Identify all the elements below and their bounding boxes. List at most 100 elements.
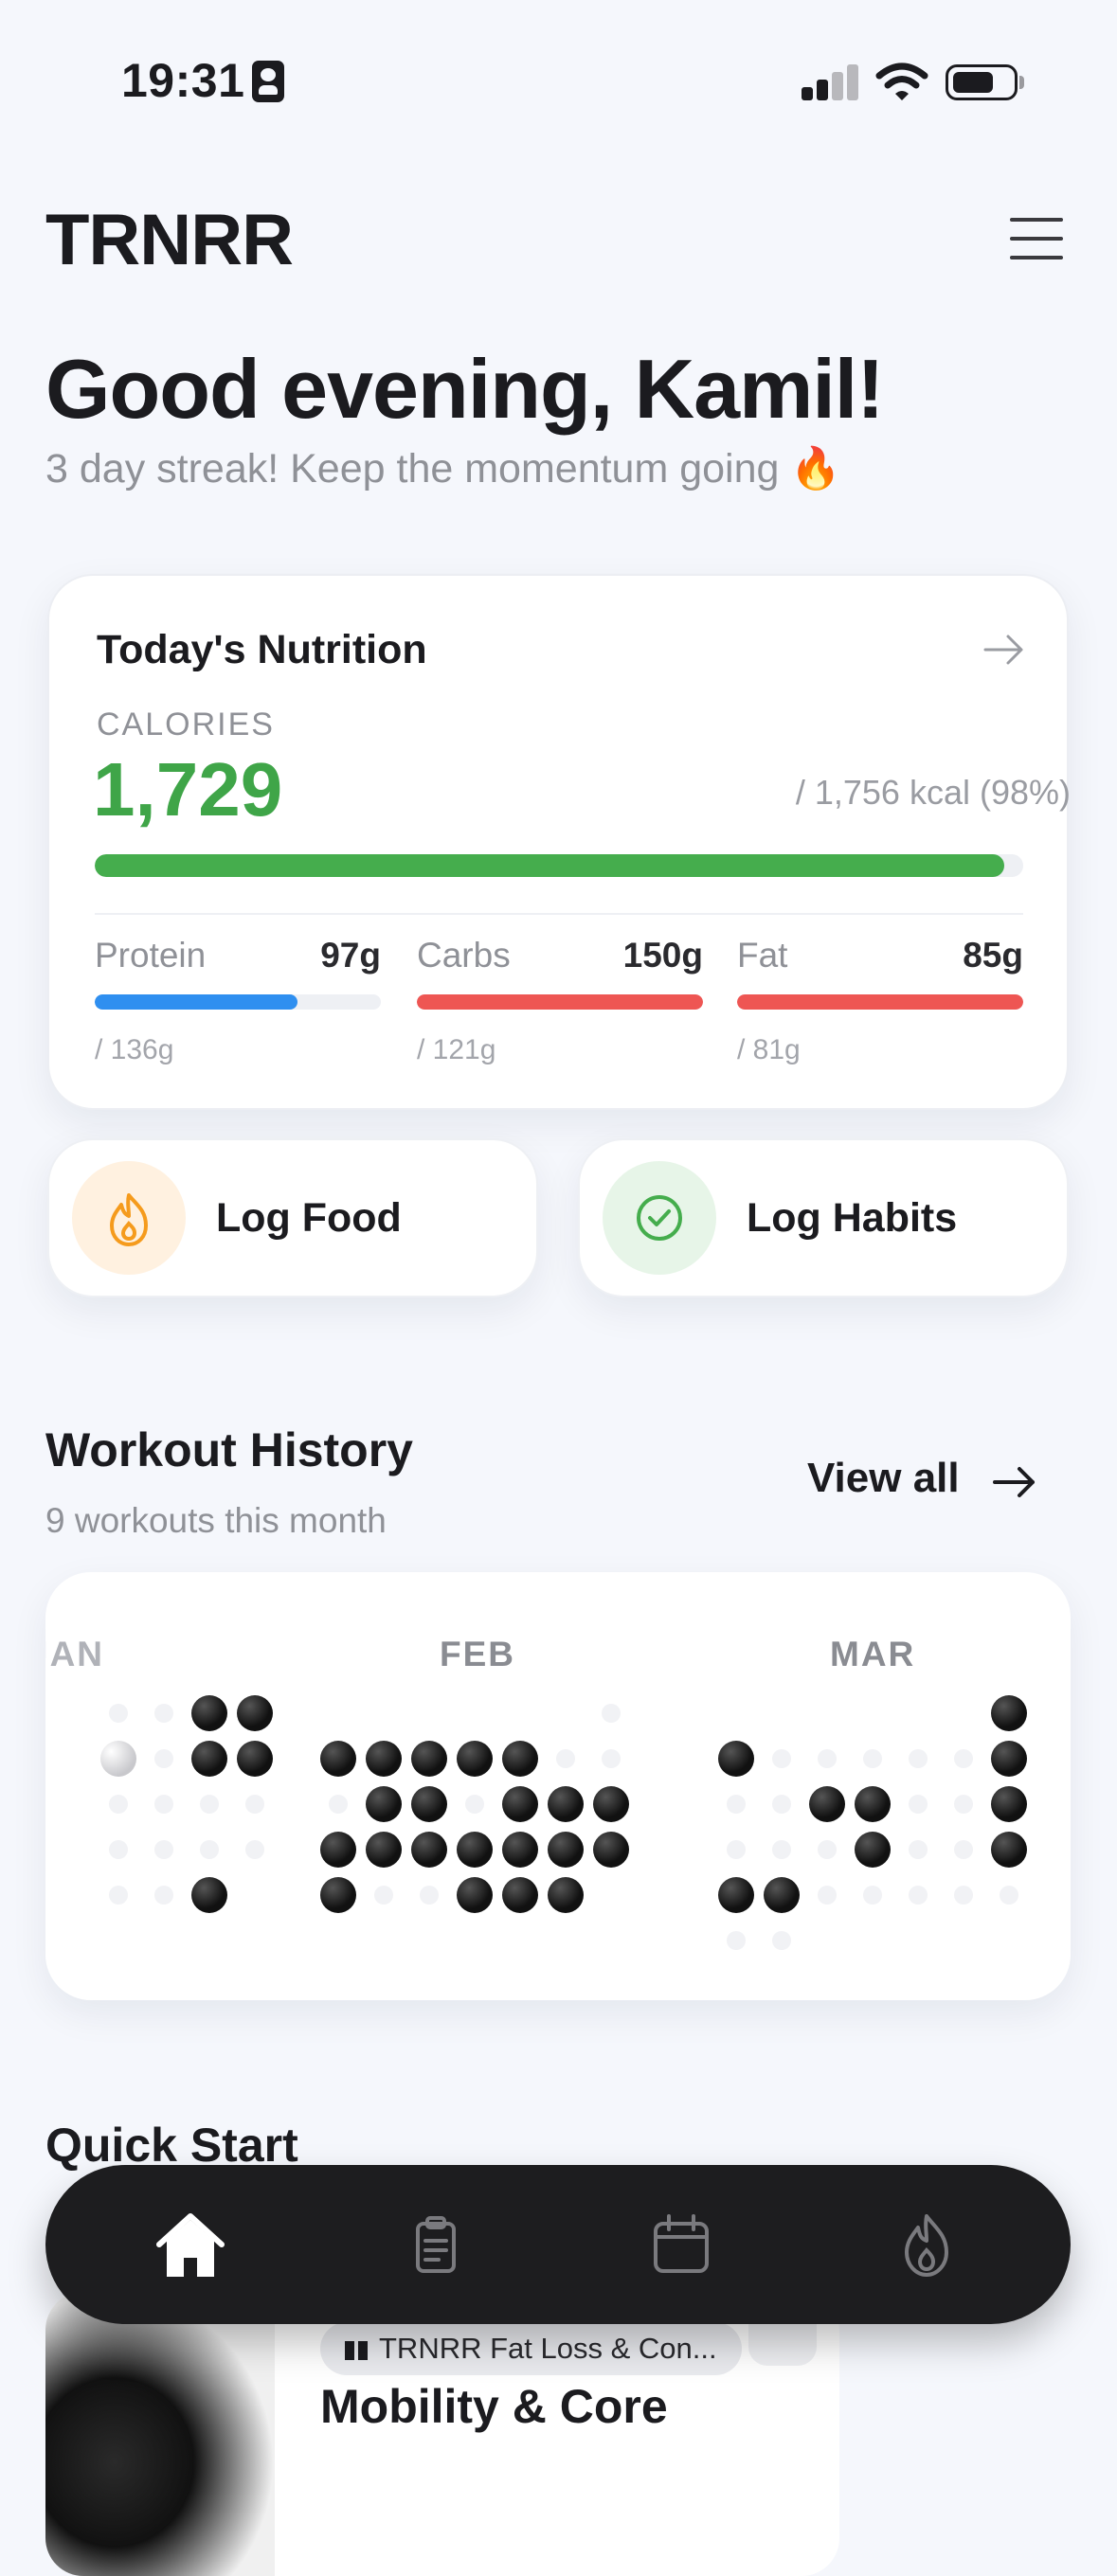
empty-day-dot [772,1795,791,1814]
workout-day-dot [191,1877,227,1913]
log-food-button[interactable]: Log Food [47,1138,538,1297]
empty-day-dot [420,1886,439,1905]
workout-day-dot [502,1741,538,1777]
empty-day-dot [909,1795,928,1814]
empty-day-dot [954,1840,973,1859]
workout-day-dot [191,1741,227,1777]
workout-day-dot [548,1877,584,1913]
calories-goal: / 1,756 kcal (98%) [795,773,1071,812]
flame-icon[interactable] [884,2203,969,2288]
workout-day-dot [718,1877,754,1913]
macro-name: Carbs [417,936,511,975]
workout-day-dot [855,1832,891,1868]
calendar-icon[interactable] [639,2203,724,2288]
arrow-right-icon[interactable] [991,1462,1038,1502]
empty-day-dot [909,1749,928,1768]
greeting-title: Good evening, Kamil! [45,342,885,436]
empty-day-dot [772,1749,791,1768]
empty-day-dot [727,1795,746,1814]
workout-day-dot [320,1832,356,1868]
empty-day-dot [154,1840,173,1859]
empty-day-dot [200,1795,219,1814]
flame-icon [110,1193,148,1246]
workout-history-subtitle: 9 workouts this month [45,1501,387,1540]
workout-day-dot [502,1877,538,1913]
view-all-link[interactable]: View all [807,1455,960,1502]
empty-day-dot [863,1749,882,1768]
nutrition-card[interactable]: Today's Nutrition CALORIES 1,729 / 1,756… [47,574,1071,1110]
workout-calendar[interactable]: JAN FEB MAR [45,1572,1071,2000]
divider [95,913,1023,915]
macro-fat: Fat 85g / 81g [737,928,1023,1070]
empty-day-dot [100,1741,136,1777]
workout-day-dot [718,1741,754,1777]
workout-day-dot [548,1832,584,1868]
workout-day-dot [502,1786,538,1822]
empty-day-dot [329,1795,348,1814]
empty-day-dot [109,1840,128,1859]
hamburger-menu-icon[interactable] [1010,218,1063,259]
log-food-icon-bg [72,1161,186,1275]
contact-card-icon [252,61,284,102]
empty-day-dot [602,1704,621,1723]
macro-name: Fat [737,936,788,975]
workout-day-dot [855,1786,891,1822]
status-time: 19:31 [121,54,245,107]
battery-icon [946,64,1018,100]
log-food-label: Log Food [216,1195,402,1241]
macro-value: 97g [320,936,381,975]
month-label-mar: MAR [830,1635,916,1673]
empty-day-dot [818,1749,837,1768]
macro-value: 150g [622,936,703,975]
empty-day-dot [818,1840,837,1859]
workout-day-dot [320,1741,356,1777]
empty-day-dot [374,1886,393,1905]
macro-goal: / 81g [737,1034,801,1065]
workout-day-dot [237,1695,273,1731]
workout-day-dot [593,1832,629,1868]
check-circle-icon [637,1195,682,1241]
nutrition-title: Today's Nutrition [97,627,427,672]
arrow-right-icon[interactable] [982,631,1027,669]
empty-day-dot [727,1931,746,1950]
macro-progress-fill [737,994,1023,1010]
empty-day-dot [556,1749,575,1768]
book-icon [345,2341,368,2360]
empty-day-dot [245,1795,264,1814]
workout-day-dot [457,1832,493,1868]
workout-day-dot [991,1832,1027,1868]
home-icon[interactable] [148,2203,233,2288]
calories-progress-bar [95,854,1023,877]
log-habits-button[interactable]: Log Habits [578,1138,1069,1297]
app-logo: TRNRR [45,200,294,280]
clipboard-icon[interactable] [393,2203,478,2288]
empty-day-dot [200,1840,219,1859]
workout-day-dot [411,1786,447,1822]
workout-day-dot [411,1832,447,1868]
workout-day-dot [411,1741,447,1777]
battery-tip [1019,76,1024,89]
workout-day-dot [457,1741,493,1777]
quick-start-card[interactable]: TRNRR Fat Loss & Con... Mobility & Core [45,2292,839,2576]
log-habits-label: Log Habits [747,1195,958,1241]
workout-history-title: Workout History [45,1423,413,1476]
empty-day-dot [109,1795,128,1814]
program-tag-label: TRNRR Fat Loss & Con... [379,2332,717,2365]
month-label-feb: FEB [440,1635,515,1673]
macro-goal: / 136g [95,1034,174,1065]
workout-day-dot [991,1741,1027,1777]
calories-progress-fill [95,854,1005,877]
calories-value: 1,729 [93,747,283,832]
streak-subtitle: 3 day streak! Keep the momentum going 🔥 [45,446,841,492]
empty-day-dot [954,1886,973,1905]
empty-day-dot [1000,1886,1018,1905]
month-label-jan: JAN [45,1635,105,1673]
macro-progress-bar [737,994,1023,1010]
macro-progress-fill [95,994,298,1010]
workout-day-dot [237,1741,273,1777]
workout-day-dot [991,1695,1027,1731]
workout-day-dot [593,1786,629,1822]
macro-progress-bar [417,994,703,1010]
workout-day-dot [548,1786,584,1822]
workout-day-dot [502,1832,538,1868]
